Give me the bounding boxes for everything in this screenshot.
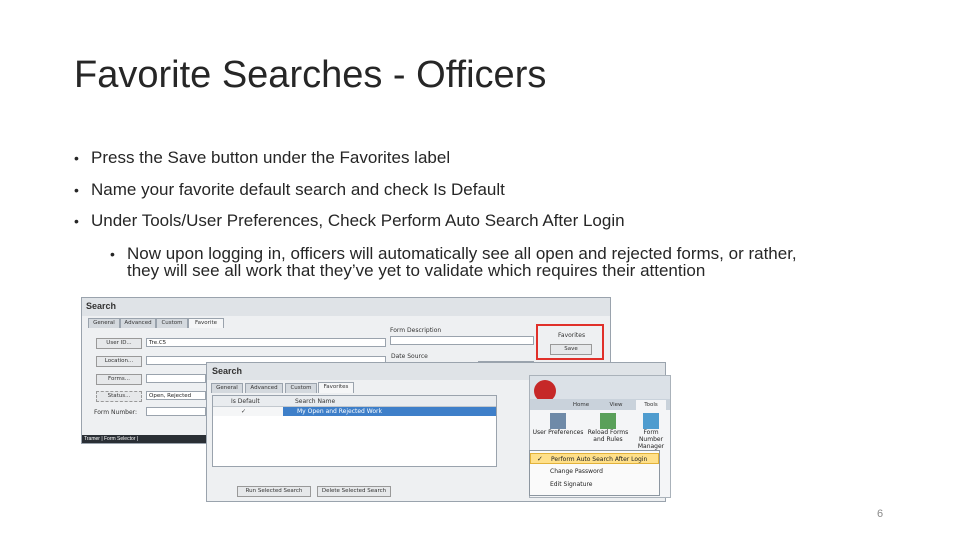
user-preferences-menu: ✓ Perform Auto Search After Login Change… [529,450,660,496]
status-button[interactable]: Status... [96,391,142,402]
bullet-marker: • [74,213,79,229]
tab-advanced[interactable]: Advanced [120,318,156,328]
favorites-save-button[interactable]: Save [550,344,592,355]
form-number-label: Form Number: [94,409,138,416]
col-is-default: Is Default [231,398,260,405]
user-id-button[interactable]: User ID... [96,338,142,349]
reload-icon [600,413,616,429]
menu-item-edit-signature[interactable]: Edit Signature [530,479,659,490]
forms-field[interactable] [146,374,206,383]
favorites-highlight-box: Favorites Save [536,324,604,360]
delete-selected-search-button[interactable]: Delete Selected Search [317,486,391,497]
row-search-name: My Open and Rejected Work [297,408,382,415]
check-icon: ✓ [537,455,543,463]
tab-favorites[interactable]: Favorites [318,382,354,393]
gear-icon [643,413,659,429]
favorites-window-title: Search [212,366,243,376]
ribbon-title-bar [530,376,670,402]
form-description-label: Form Description [390,327,442,334]
table-row[interactable]: ✓ My Open and Rejected Work [213,407,496,416]
tab-favorite[interactable]: Favorite [188,318,224,328]
sub-bullet-marker: • [110,246,115,262]
checkbox-icon[interactable]: ✓ [241,408,246,415]
menu-item-change-password[interactable]: Change Password [530,466,659,477]
search-window-header: Search [82,298,610,316]
status-field[interactable]: Open, Rejected [146,391,206,400]
bullet-text: Press the Save button under the Favorite… [91,148,451,167]
status-bar-text: Tramer | Form Selector | [84,436,139,442]
bullet-text: Under Tools/User Preferences, Check Perf… [91,211,625,230]
tab-tools[interactable]: Tools [636,400,666,410]
menu-item-auto-search[interactable]: ✓ Perform Auto Search After Login [530,453,659,464]
user-preferences-label: User Preferences [532,429,584,436]
user-id-field[interactable]: Tre.C5 [146,338,386,347]
tab-home[interactable]: Home [566,400,596,410]
reload-forms-label: Reload Forms and Rules [587,429,629,443]
tab-custom[interactable]: Custom [156,318,188,328]
location-button[interactable]: Location... [96,356,142,367]
form-number-field[interactable] [146,407,206,416]
tab-custom[interactable]: Custom [285,383,317,393]
form-description-field[interactable] [390,336,534,345]
col-search-name: Search Name [295,398,336,405]
slide-title: Favorite Searches - Officers [74,54,547,96]
row-is-default-cell[interactable]: ✓ [213,407,283,416]
wrench-icon [550,413,566,429]
form-number-manager-button[interactable]: Form Number Manager [632,411,670,450]
form-number-manager-label: Form Number Manager [637,429,665,450]
reload-forms-button[interactable]: Reload Forms and Rules [586,411,630,443]
ribbon-tabs: Home View Tools [530,399,670,410]
tab-general[interactable]: General [211,383,243,393]
search-window-title: Search [86,301,117,311]
date-source-label: Date Source [391,353,428,360]
tab-view[interactable]: View [602,400,630,410]
grid-header: Is Default Search Name [213,396,496,407]
menu-item-auto-search-label: Perform Auto Search After Login [551,456,648,463]
tab-general[interactable]: General [88,318,120,328]
user-preferences-button[interactable]: User Preferences [532,411,584,443]
bullet-marker: • [74,150,79,166]
sub-bullet-line-2: they will see all work that they’ve yet … [127,261,706,280]
favorites-grid: Is Default Search Name ✓ My Open and Rej… [212,395,497,467]
run-selected-search-button[interactable]: Run Selected Search [237,486,311,497]
favorites-label: Favorites [558,332,586,339]
status-bar: Tramer | Form Selector | [82,435,206,443]
page-number: 6 [877,508,884,520]
tab-advanced[interactable]: Advanced [245,383,283,393]
bullet-text: Name your favorite default search and ch… [91,180,505,199]
forms-button[interactable]: Forms... [96,374,142,385]
bullet-marker: • [74,182,79,198]
